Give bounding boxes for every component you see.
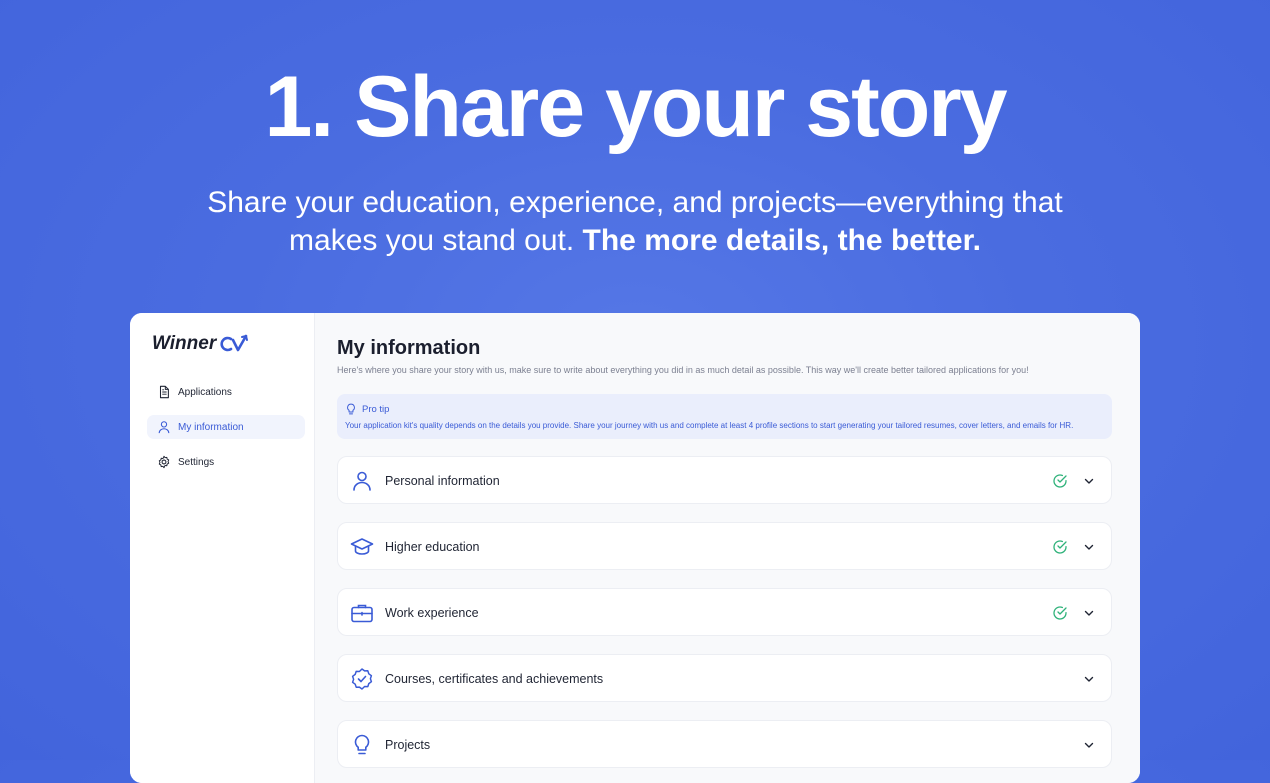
sidebar-item-label: Settings <box>178 456 215 468</box>
hero-title: 1. Share your story <box>264 59 1007 155</box>
briefcase-icon <box>351 604 373 623</box>
sidebar-item-my-information[interactable]: My information <box>147 415 305 439</box>
chevron-down-icon[interactable] <box>1083 673 1095 685</box>
logo-text: Winner <box>152 333 217 354</box>
user-icon <box>158 421 170 434</box>
chevron-down-icon[interactable] <box>1083 607 1095 619</box>
document-icon <box>159 385 169 399</box>
chevron-down-icon[interactable] <box>1083 739 1095 751</box>
page-title: My information <box>337 337 481 359</box>
section-label: Higher education <box>385 540 480 554</box>
graduation-cap-icon <box>350 538 374 555</box>
hero-subtitle-line2: makes you stand out. <box>289 224 575 257</box>
section-work-experience[interactable]: Work experience <box>337 588 1112 636</box>
section-label: Courses, certificates and achievements <box>385 672 604 686</box>
section-personal-information[interactable]: Personal information <box>337 456 1112 504</box>
pro-tip-banner: Pro tip Your application kit's quality d… <box>337 394 1112 439</box>
gear-icon <box>158 455 170 469</box>
sidebar-nav: Applications My information Settings <box>147 380 305 485</box>
sidebar-item-applications[interactable]: Applications <box>147 380 305 404</box>
lightbulb-icon <box>347 403 355 415</box>
section-projects[interactable]: Projects <box>337 720 1112 768</box>
profile-sections: Personal information Higher education Wo… <box>337 456 1112 783</box>
check-circle-icon <box>1053 540 1067 554</box>
hero-subtitle-line1: Share your education, experience, and pr… <box>207 186 1063 219</box>
sidebar-item-label: Applications <box>178 386 232 398</box>
pro-tip-heading: Pro tip <box>345 403 389 415</box>
main-content: My information Here's where you share yo… <box>315 313 1140 783</box>
page-description: Here's where you share your story with u… <box>337 365 1029 375</box>
hero-subtitle: Share your education, experience, and pr… <box>170 184 1100 260</box>
sidebar: Winner Applications My information Setti… <box>130 313 315 783</box>
user-icon <box>353 471 371 491</box>
hero-subtitle-emphasis: The more details, the better. <box>582 224 981 257</box>
section-label: Projects <box>385 738 431 752</box>
badge-check-icon <box>351 668 373 690</box>
section-label: Work experience <box>385 606 479 620</box>
pro-tip-text: Your application kit's quality depends o… <box>345 421 1074 430</box>
check-circle-icon <box>1053 606 1067 620</box>
chevron-down-icon[interactable] <box>1083 475 1095 487</box>
check-circle-icon <box>1053 474 1067 488</box>
section-higher-education[interactable]: Higher education <box>337 522 1112 570</box>
chevron-down-icon[interactable] <box>1083 541 1095 553</box>
app-window: Winner Applications My information Setti… <box>130 313 1140 783</box>
cv-logo-icon <box>220 334 249 352</box>
app-logo[interactable]: Winner <box>152 333 250 355</box>
pro-tip-title: Pro tip <box>362 403 390 415</box>
section-label: Personal information <box>385 474 500 488</box>
lightbulb-icon <box>354 734 370 755</box>
sidebar-item-label: My information <box>178 421 244 433</box>
sidebar-item-settings[interactable]: Settings <box>147 450 305 474</box>
section-courses-certificates[interactable]: Courses, certificates and achievements <box>337 654 1112 702</box>
